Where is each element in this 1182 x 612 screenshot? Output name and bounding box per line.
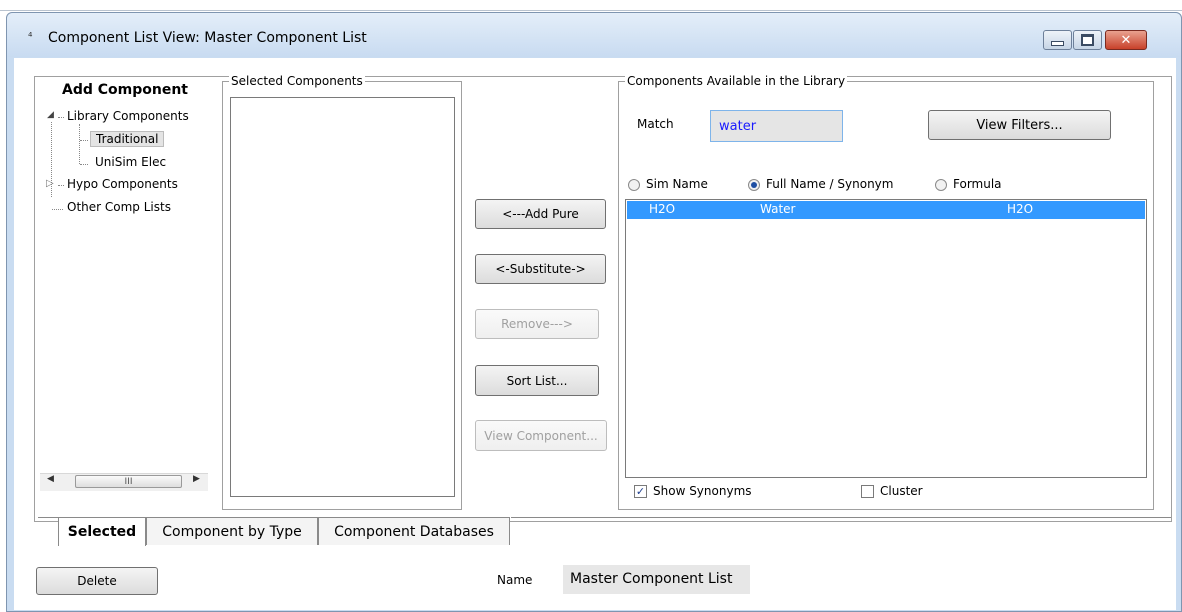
substitute-button[interactable]: <-Substitute-> [475, 254, 606, 284]
maximize-icon [1081, 34, 1094, 46]
sim-name-radio[interactable] [628, 179, 640, 191]
tree-line [80, 164, 88, 165]
tree-expand-icon[interactable]: ▷ [46, 178, 54, 189]
show-synonyms-label[interactable]: Show Synonyms [653, 484, 752, 498]
scroll-thumb[interactable]: III [75, 475, 182, 488]
tree-line [58, 117, 64, 118]
name-field[interactable]: Master Component List [563, 565, 750, 594]
view-component-button[interactable]: View Component... [475, 420, 607, 451]
library-components-list[interactable] [625, 199, 1147, 478]
close-button[interactable]: ✕ [1105, 30, 1147, 50]
add-pure-button[interactable]: <---Add Pure [475, 199, 606, 229]
scroll-left-icon[interactable]: ◀ [47, 474, 54, 484]
component-formula: H2O [1007, 202, 1034, 216]
minimize-icon [1051, 41, 1064, 46]
sort-list-button[interactable]: Sort List... [475, 365, 599, 396]
name-label: Name [497, 573, 533, 587]
sim-name-radio-label[interactable]: Sim Name [646, 177, 708, 191]
cluster-checkbox[interactable] [861, 485, 874, 498]
tab-strip-line [38, 517, 58, 518]
tree-line [79, 124, 80, 164]
minimize-button[interactable] [1043, 30, 1072, 50]
maximize-button[interactable] [1073, 30, 1102, 50]
delete-button[interactable]: Delete [36, 567, 158, 595]
remove-button[interactable]: Remove---> [475, 309, 599, 339]
formula-radio[interactable] [935, 179, 947, 191]
tree-item-traditional[interactable]: Traditional [90, 131, 165, 147]
tree-item-hypo-components[interactable]: Hypo Components [67, 177, 178, 191]
tree-item-library-components[interactable]: Library Components [67, 109, 189, 123]
tab-component-databases[interactable]: Component Databases [318, 517, 510, 545]
tab-strip-line [511, 517, 1171, 518]
list-item[interactable]: H2O Water H2O [627, 201, 1145, 219]
selected-components-label: Selected Components [229, 74, 365, 88]
scroll-right-icon[interactable]: ▶ [193, 474, 200, 484]
tree-item-other-comp-lists[interactable]: Other Comp Lists [67, 200, 171, 214]
tree-line [52, 209, 63, 210]
library-components-label: Components Available in the Library [625, 74, 848, 88]
cluster-label[interactable]: Cluster [880, 484, 923, 498]
tab-component-by-type[interactable]: Component by Type [146, 517, 318, 545]
tree-line [58, 185, 64, 186]
tree-collapse-icon[interactable]: ◢ [47, 110, 54, 120]
radio-selected-icon [751, 182, 757, 188]
full-name-radio[interactable] [748, 179, 760, 191]
formula-radio-label[interactable]: Formula [953, 177, 1002, 191]
match-label: Match [637, 117, 674, 131]
component-full-name: Water [760, 202, 796, 216]
selected-components-list[interactable] [230, 97, 455, 497]
window-title: Component List View: Master Component Li… [48, 30, 367, 46]
add-component-heading: Add Component [62, 82, 188, 98]
tree-item-unisim-elec[interactable]: UniSim Elec [95, 155, 166, 169]
view-filters-button[interactable]: View Filters... [928, 110, 1111, 140]
match-input[interactable]: water [710, 110, 843, 142]
tree-line [80, 140, 88, 141]
close-icon: ✕ [1120, 32, 1132, 48]
tab-selected[interactable]: Selected [58, 517, 146, 546]
app-icon[interactable]: ⁴ [28, 30, 32, 43]
show-synonyms-checkbox[interactable]: ✓ [634, 485, 647, 498]
component-sim-name: H2O [649, 202, 676, 216]
full-name-radio-label[interactable]: Full Name / Synonym [766, 177, 893, 191]
scroll-grip-icon: III [124, 476, 133, 487]
background-window-strip [0, 0, 1182, 11]
